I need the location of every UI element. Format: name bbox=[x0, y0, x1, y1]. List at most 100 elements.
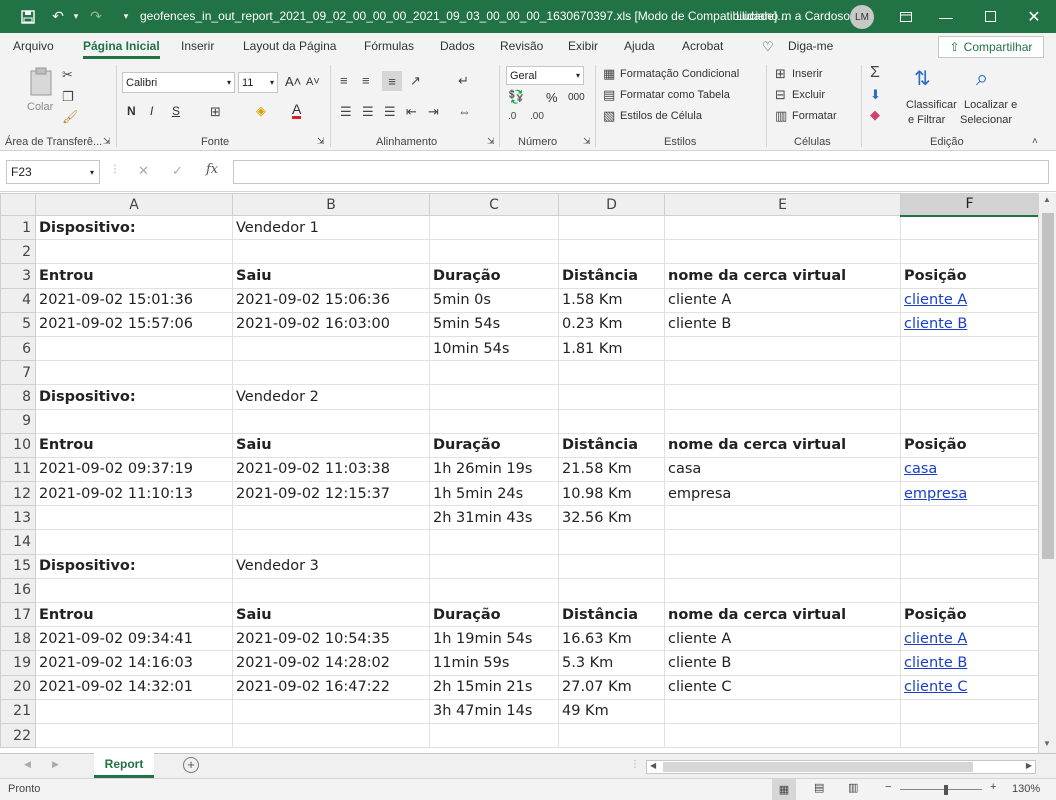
align-bottom-icon[interactable]: ≡ bbox=[382, 71, 402, 91]
position-link[interactable]: cliente B bbox=[904, 655, 967, 671]
cell-b19[interactable]: 2021-09-02 14:28:02 bbox=[232, 650, 430, 676]
dialog-launcher-icon[interactable]: ⇲ bbox=[103, 136, 111, 147]
cell-f11[interactable]: casa bbox=[900, 456, 1039, 483]
save-icon[interactable] bbox=[14, 0, 42, 33]
cell-e6[interactable] bbox=[664, 335, 901, 362]
cell-b4[interactable]: 2021-09-02 15:06:36 bbox=[232, 287, 430, 313]
delete-cells-button[interactable]: Excluir bbox=[792, 89, 825, 101]
position-link[interactable]: casa bbox=[904, 461, 937, 477]
enter-icon[interactable]: ✓ bbox=[172, 163, 183, 179]
cell-e21[interactable] bbox=[664, 698, 901, 724]
cell-c12[interactable]: 1h 5min 24s bbox=[429, 481, 559, 507]
cut-icon[interactable]: ✂ bbox=[62, 67, 73, 83]
redo-icon[interactable]: ↷ bbox=[82, 0, 110, 33]
cell-f21[interactable] bbox=[900, 698, 1039, 724]
cell-c10[interactable]: Duração bbox=[429, 432, 559, 458]
cell-f4[interactable]: cliente A bbox=[900, 287, 1039, 313]
avatar[interactable]: LM bbox=[850, 5, 874, 29]
customize-toolbar-icon[interactable]: ▾ bbox=[112, 0, 140, 33]
cell-c14[interactable] bbox=[429, 529, 559, 555]
cell-c20[interactable]: 2h 15min 21s bbox=[429, 674, 559, 700]
cell-e18[interactable]: cliente A bbox=[664, 626, 901, 652]
maximize-button[interactable] bbox=[968, 0, 1012, 33]
cell-e10[interactable]: nome da cerca virtual bbox=[664, 432, 901, 458]
ribbon-display-icon[interactable] bbox=[884, 0, 928, 33]
page-layout-view-icon[interactable]: ▤ bbox=[814, 781, 824, 794]
cell-f8[interactable] bbox=[900, 384, 1039, 410]
conditional-formatting-button[interactable]: Formatação Condicional bbox=[620, 68, 739, 80]
horizontal-scrollbar[interactable]: ◀ ▶ bbox=[646, 760, 1036, 774]
scroll-up-icon[interactable]: ▲ bbox=[1043, 195, 1051, 204]
position-link[interactable]: cliente C bbox=[904, 679, 967, 695]
add-sheet-icon[interactable]: + bbox=[183, 757, 199, 773]
tab-pagina-inicial[interactable]: Página Inicial bbox=[83, 39, 160, 59]
cell-f1[interactable] bbox=[900, 214, 1039, 241]
sort-filter-button-line2[interactable]: e Filtrar bbox=[908, 114, 945, 126]
cell-b16[interactable] bbox=[232, 577, 430, 604]
cell-a21[interactable] bbox=[35, 698, 233, 724]
cell-d3[interactable]: Distância bbox=[558, 263, 665, 289]
user-name[interactable]: Luciano m a Cardoso bbox=[736, 9, 850, 23]
cell-c13[interactable]: 2h 31min 43s bbox=[429, 505, 559, 531]
row-header[interactable]: 13 bbox=[0, 505, 36, 531]
share-button[interactable]: ⇧ Compartilhar bbox=[938, 36, 1044, 58]
cell-f18[interactable]: cliente A bbox=[900, 626, 1039, 652]
find-select-button-line2[interactable]: Selecionar bbox=[960, 114, 1012, 126]
column-header-c[interactable]: C bbox=[429, 193, 559, 216]
row-header[interactable]: 15 bbox=[0, 553, 36, 579]
cell-d2[interactable] bbox=[558, 239, 665, 265]
cell-c5[interactable]: 5min 54s bbox=[429, 311, 559, 337]
cell-a1[interactable]: Dispositivo: bbox=[35, 214, 233, 241]
column-header-e[interactable]: E bbox=[664, 193, 901, 216]
cell-b8[interactable]: Vendedor 2 bbox=[232, 384, 430, 410]
row-header[interactable]: 3 bbox=[0, 263, 36, 289]
shrink-font-icon[interactable]: A˅ bbox=[306, 76, 320, 88]
cell-c22[interactable] bbox=[429, 722, 559, 749]
next-sheet-icon[interactable]: ▶ bbox=[52, 759, 59, 770]
cell-b11[interactable]: 2021-09-02 11:03:38 bbox=[232, 456, 430, 483]
position-link[interactable]: cliente B bbox=[904, 316, 967, 332]
cell-d12[interactable]: 10.98 Km bbox=[558, 481, 665, 507]
row-header[interactable]: 20 bbox=[0, 674, 36, 700]
cell-a9[interactable] bbox=[35, 408, 233, 434]
grow-font-icon[interactable]: A˄ bbox=[285, 74, 301, 89]
cell-f7[interactable] bbox=[900, 360, 1039, 386]
cell-c16[interactable] bbox=[429, 577, 559, 604]
cell-d14[interactable] bbox=[558, 529, 665, 555]
row-header[interactable]: 18 bbox=[0, 626, 36, 652]
cell-e14[interactable] bbox=[664, 529, 901, 555]
row-header[interactable]: 12 bbox=[0, 481, 36, 507]
cell-a16[interactable] bbox=[35, 577, 233, 604]
cell-d16[interactable] bbox=[558, 577, 665, 604]
row-header[interactable]: 17 bbox=[0, 601, 36, 628]
cell-d13[interactable]: 32.56 Km bbox=[558, 505, 665, 531]
cell-e4[interactable]: cliente A bbox=[664, 287, 901, 313]
cell-b17[interactable]: Saiu bbox=[232, 601, 430, 628]
scroll-right-icon[interactable]: ▶ bbox=[1026, 761, 1032, 770]
cell-c9[interactable] bbox=[429, 408, 559, 434]
find-select-button[interactable]: Localizar e bbox=[964, 99, 1017, 111]
column-header-f[interactable]: F bbox=[900, 193, 1039, 217]
zoom-slider-thumb[interactable] bbox=[944, 785, 948, 795]
zoom-out-icon[interactable]: − bbox=[885, 781, 891, 793]
cell-b20[interactable]: 2021-09-02 16:47:22 bbox=[232, 674, 430, 700]
row-header[interactable]: 5 bbox=[0, 311, 36, 337]
cell-b10[interactable]: Saiu bbox=[232, 432, 430, 458]
borders-icon[interactable]: ⊞ bbox=[210, 104, 221, 120]
paste-label[interactable]: Colar bbox=[27, 101, 53, 113]
zoom-level[interactable]: 130% bbox=[1012, 783, 1040, 795]
zoom-in-icon[interactable]: + bbox=[990, 781, 996, 793]
cell-c4[interactable]: 5min 0s bbox=[429, 287, 559, 313]
cell-b6[interactable] bbox=[232, 335, 430, 362]
cell-a15[interactable]: Dispositivo: bbox=[35, 553, 233, 579]
search-icon[interactable]: ⌕ bbox=[976, 65, 988, 91]
position-link[interactable]: cliente A bbox=[904, 292, 967, 308]
cell-a10[interactable]: Entrou bbox=[35, 432, 233, 458]
page-break-view-icon[interactable]: ▥ bbox=[848, 781, 858, 794]
cell-d20[interactable]: 27.07 Km bbox=[558, 674, 665, 700]
align-top-icon[interactable]: ≡ bbox=[340, 73, 348, 88]
cell-c2[interactable] bbox=[429, 239, 559, 265]
cell-a11[interactable]: 2021-09-02 09:37:19 bbox=[35, 456, 233, 483]
fill-icon[interactable]: ⬇ bbox=[870, 87, 881, 103]
zoom-slider[interactable] bbox=[900, 789, 982, 790]
